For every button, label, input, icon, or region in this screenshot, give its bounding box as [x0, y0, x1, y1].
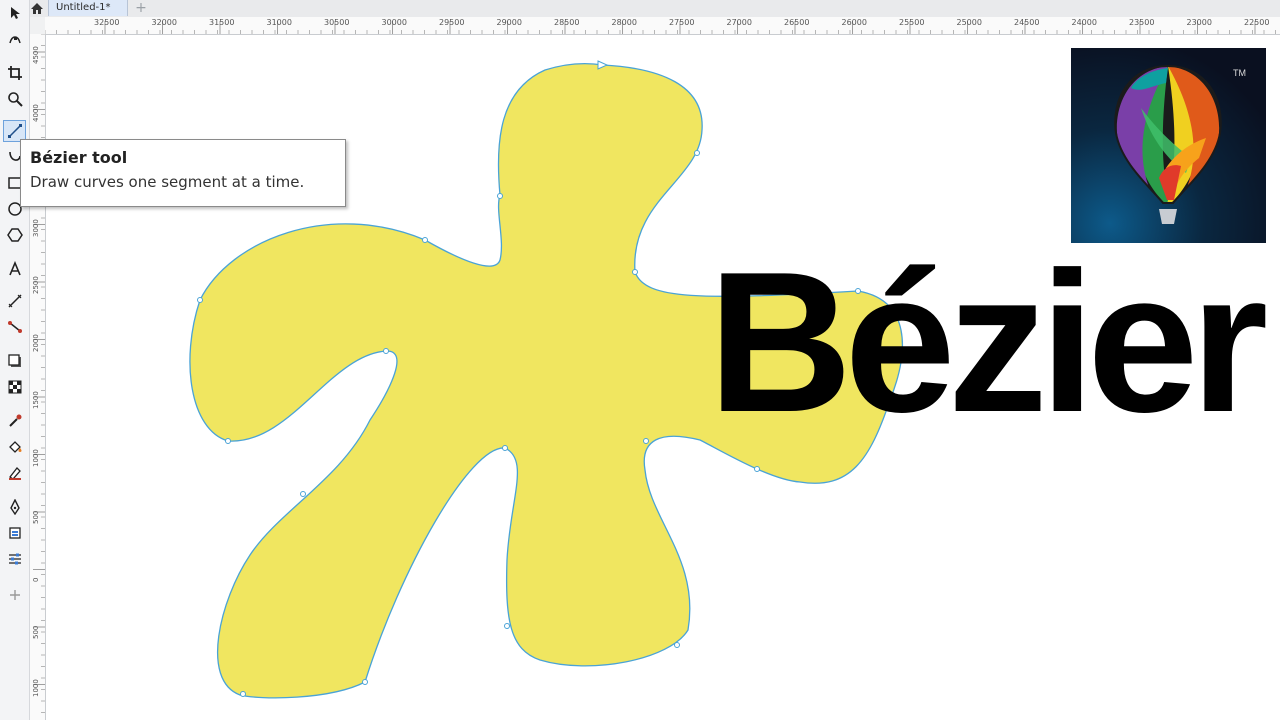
- outline-pen-tool[interactable]: [3, 496, 26, 518]
- add-tool-button[interactable]: [3, 584, 26, 606]
- color-eyedropper-tool[interactable]: [3, 410, 26, 432]
- ruler-left-label: 1000: [32, 448, 40, 467]
- ruler-left-label: 500: [32, 510, 40, 524]
- ruler-top-label: 29500: [439, 18, 465, 27]
- tooltip-title: Bézier tool: [30, 148, 128, 167]
- zoom-tool[interactable]: [3, 88, 26, 110]
- polygon-tool[interactable]: [3, 224, 26, 246]
- ruler-origin[interactable]: [30, 17, 46, 35]
- node[interactable]: [197, 297, 203, 303]
- ruler-top-label: 23000: [1186, 18, 1212, 27]
- ruler-left-label: 500: [32, 625, 40, 639]
- node[interactable]: [502, 445, 508, 451]
- interactive-fill-tool[interactable]: [3, 436, 26, 458]
- ruler-top-label: 24000: [1071, 18, 1097, 27]
- node[interactable]: [643, 438, 649, 444]
- ruler-top-label: 30500: [324, 18, 350, 27]
- ruler-top-label: 25500: [899, 18, 925, 27]
- interactive-fill-icon: [8, 441, 21, 453]
- ruler-top-label: 32500: [94, 18, 120, 27]
- node[interactable]: [497, 193, 503, 199]
- hot-air-balloon-icon: [1114, 64, 1222, 224]
- ruler-left-label: 4000: [32, 103, 40, 122]
- ruler-top-label: 28000: [611, 18, 637, 27]
- crop-tool[interactable]: [3, 62, 26, 84]
- text-tool-icon: [8, 261, 21, 276]
- ruler-top-label: 25000: [956, 18, 982, 27]
- ruler-left-label: 0: [32, 577, 40, 582]
- ruler-top-label: 22500: [1244, 18, 1270, 27]
- vertical-ruler[interactable]: 4500400035003000250020001500100050005001…: [30, 34, 46, 720]
- node[interactable]: [383, 348, 389, 354]
- parallel-dimension-tool[interactable]: [3, 290, 26, 312]
- new-document-tab-button[interactable]: +: [132, 0, 150, 17]
- node[interactable]: [504, 623, 510, 629]
- smart-fill-tool[interactable]: [3, 462, 26, 484]
- ruler-top-label: 31500: [209, 18, 235, 27]
- ruler-top-label: 26000: [841, 18, 867, 27]
- transparency-icon: [8, 380, 21, 394]
- horizontal-ruler[interactable]: 32500 32000 31500 31000 30500 30000 29500 29000…: [45, 17, 1280, 35]
- ruler-top-label: 23500: [1129, 18, 1155, 27]
- text-tool[interactable]: [3, 258, 26, 280]
- color-eyedropper-icon: [8, 414, 21, 427]
- home-icon: [30, 3, 43, 14]
- toolbox: [0, 0, 30, 720]
- vertical-ruler-ticks: [33, 34, 45, 713]
- node[interactable]: [694, 150, 700, 156]
- polygon-tool-icon: [6, 228, 23, 242]
- headline-text: Bézier: [708, 231, 1268, 454]
- pick-tool-icon: [10, 7, 20, 19]
- paintbucket-tool[interactable]: [3, 522, 26, 544]
- transparency-tool[interactable]: [3, 376, 26, 398]
- node[interactable]: [225, 438, 231, 444]
- node[interactable]: [240, 691, 246, 697]
- ruler-top-label: 26500: [784, 18, 810, 27]
- properties-tool[interactable]: [3, 548, 26, 570]
- ruler-left-label: 3000: [32, 218, 40, 237]
- bezier-tool-tooltip: Bézier tool Draw curves one segment at a…: [20, 139, 346, 207]
- parallel-dimension-icon: [7, 294, 22, 308]
- ruler-top-label: 28500: [554, 18, 580, 27]
- properties-icon: [8, 553, 21, 565]
- node[interactable]: [300, 491, 306, 497]
- bezier-tool-icon: [7, 124, 22, 138]
- node[interactable]: [632, 269, 638, 275]
- connector-tool[interactable]: [3, 316, 26, 338]
- ruler-top-label: 29000: [496, 18, 522, 27]
- zoom-tool-icon: [7, 92, 23, 107]
- outline-pen-icon: [9, 499, 20, 515]
- document-tab-bar: Untitled-1* +: [0, 0, 1280, 18]
- coreldraw-logo: TM: [1071, 48, 1266, 243]
- ruler-top-label: 31000: [266, 18, 292, 27]
- ruler-top-label: 24500: [1014, 18, 1040, 27]
- document-tab[interactable]: Untitled-1*: [48, 0, 128, 16]
- pick-tool[interactable]: [3, 2, 26, 24]
- ruler-top-label: 27500: [669, 18, 695, 27]
- drop-shadow-tool[interactable]: [3, 350, 26, 372]
- smart-fill-icon: [8, 467, 21, 480]
- ruler-top-label: 32000: [151, 18, 177, 27]
- drop-shadow-icon: [7, 354, 21, 367]
- ruler-left-label: 2500: [32, 276, 40, 294]
- node[interactable]: [362, 679, 368, 685]
- ruler-left-label: 2000: [32, 333, 40, 352]
- node[interactable]: [674, 642, 680, 648]
- shape-tool-icon: [8, 36, 21, 44]
- ruler-left-label: 1000: [32, 678, 40, 697]
- node[interactable]: [754, 466, 760, 472]
- ruler-left-label: 1500: [32, 391, 40, 409]
- shape-tool[interactable]: [3, 28, 26, 50]
- add-tool-icon: [9, 590, 20, 600]
- paintbucket-icon: [8, 527, 21, 539]
- ruler-left-label: 4500: [32, 46, 40, 64]
- connector-tool-icon: [7, 321, 22, 333]
- ruler-top-label: 30000: [381, 18, 407, 27]
- node[interactable]: [422, 237, 428, 243]
- crop-tool-icon: [7, 66, 22, 80]
- tooltip-description: Draw curves one segment at a time.: [30, 173, 305, 191]
- ruler-top-label: 27000: [726, 18, 752, 27]
